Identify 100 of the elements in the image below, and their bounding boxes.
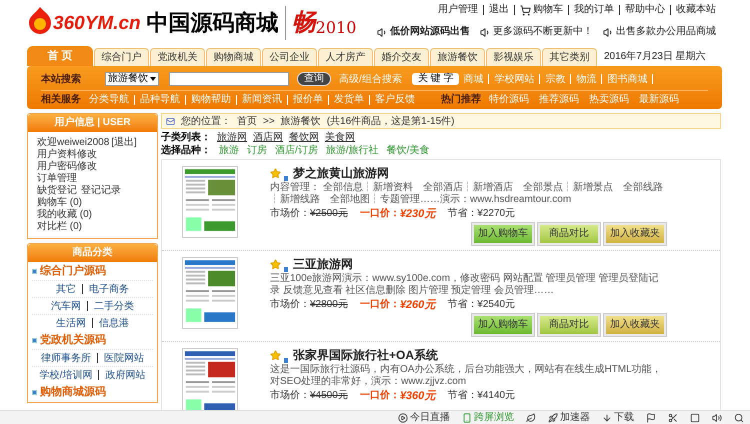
volume-icon[interactable]: [712, 412, 722, 422]
market-price: ¥4500元: [310, 390, 348, 402]
user-link[interactable]: 用户密码修改: [37, 161, 97, 173]
product-action-button[interactable]: 加入收藏夹: [604, 314, 666, 336]
subcategory-link[interactable]: 美食网: [325, 130, 355, 145]
website-thumbnail-drawing: [182, 166, 238, 238]
product-action-button[interactable]: 加入购物车: [472, 314, 534, 336]
star-icon: [270, 350, 281, 361]
top-link[interactable]: 用户管理: [438, 4, 478, 16]
category-link[interactable]: 汽车网: [51, 298, 81, 314]
services-label: 相关服务: [41, 92, 81, 107]
hot-label: 热门推荐: [441, 92, 481, 107]
top-link[interactable]: 退出: [489, 4, 509, 16]
search-field[interactable]: [169, 72, 289, 86]
category-heading[interactable]: 购物商城源码: [40, 385, 106, 399]
nav-tab[interactable]: 公司企业: [262, 48, 317, 66]
flame-logo-icon: [27, 6, 53, 34]
notice-link[interactable]: 低价网站源码出售: [390, 26, 470, 38]
nav-tab[interactable]: 影视娱乐: [486, 48, 541, 66]
top-link[interactable]: 收藏本站: [676, 4, 716, 16]
top-link[interactable]: 帮助中心: [625, 4, 665, 16]
saving-label: 节省：: [447, 299, 478, 311]
status-item-icon: [462, 412, 472, 422]
saving-amount: ¥2540元: [477, 299, 516, 311]
category-link[interactable]: 医院网站: [104, 350, 144, 366]
user-link[interactable]: 缺货登记: [37, 185, 77, 197]
subcategory-link[interactable]: 餐饮网: [289, 130, 319, 145]
category-link[interactable]: 其它: [56, 282, 76, 296]
category-link[interactable]: 生活网: [56, 316, 86, 330]
category-link[interactable]: 电子商务: [89, 282, 129, 296]
flag-icon[interactable]: [646, 412, 656, 422]
variety-link[interactable]: 酒店/订房: [275, 143, 318, 158]
product-action-button[interactable]: 加入收藏夹: [604, 223, 666, 245]
status-item-icon: [602, 412, 612, 422]
variety-link[interactable]: 订房: [247, 143, 267, 158]
product-title[interactable]: 张家界国际旅行社+OA系统: [293, 348, 438, 363]
nav-tab[interactable]: 婚介交友: [374, 48, 429, 66]
user-link[interactable]: 订单管理: [37, 173, 77, 185]
saving-label: 节省：: [447, 208, 478, 220]
subcategory-link[interactable]: 酒店网: [253, 130, 283, 145]
status-item-icon: [398, 412, 408, 422]
user-link[interactable]: 用户资料修改: [37, 149, 97, 161]
banner-year: 2010: [316, 18, 356, 38]
website-thumbnail-drawing: [182, 257, 238, 329]
product-description: 这是一国际旅行社源码，内有OA办公系统，后台功能强大，网站有在线生成HTML功能，对SEO处理的非常好，演示：www.zjjvz.com: [270, 364, 663, 388]
category-link[interactable]: 律师事务所: [41, 350, 91, 366]
star-icon: [270, 168, 281, 179]
window-icon[interactable]: [690, 412, 700, 422]
star-icon: [270, 259, 281, 270]
variety-link[interactable]: 旅游: [219, 143, 239, 158]
status-bar-button[interactable]: 今日直播: [398, 412, 450, 424]
category-select[interactable]: 旅游餐饮: [105, 72, 159, 86]
category-heading[interactable]: 党政机关源码: [40, 333, 106, 347]
product-action-button[interactable]: 加入购物车: [472, 223, 534, 245]
price-label: 一口价：: [360, 299, 400, 311]
nav-tab[interactable]: 综合门户: [94, 48, 149, 66]
query-button[interactable]: 查询: [297, 72, 331, 86]
subcategory-link[interactable]: 旅游网: [217, 130, 247, 145]
category-link[interactable]: 政府网站: [105, 368, 146, 382]
market-price-label: 市场价：: [270, 208, 310, 220]
category-heading[interactable]: 综合门户源码: [40, 264, 106, 278]
product-title[interactable]: 三亚旅游网: [293, 257, 353, 272]
notice-link[interactable]: 更多源码不断更新中！: [493, 26, 593, 38]
user-link[interactable]: 对比栏 (0): [37, 221, 82, 233]
panel-header: 商品分类: [28, 244, 157, 262]
top-link[interactable]: 购物车: [533, 4, 563, 16]
variety-link[interactable]: 餐饮/美食: [386, 143, 430, 158]
product-title[interactable]: 梦之旅黄山旅游网: [293, 166, 389, 181]
notice-link[interactable]: 出售多款办公用品商城: [616, 26, 716, 38]
breadcrumb-link[interactable]: 首页: [237, 114, 257, 128]
banner-calligraphy: 畅: [292, 8, 316, 38]
nav-tab[interactable]: 党政机关: [150, 48, 205, 66]
price-label: 一口价：: [360, 390, 400, 402]
status-bar-button[interactable]: 加速器: [548, 412, 590, 424]
user-link[interactable]: 我的收藏 (0): [37, 209, 92, 221]
speaker-icon: [377, 26, 388, 38]
nav-tab[interactable]: 购物商城: [206, 48, 261, 66]
scissors-icon[interactable]: [668, 412, 678, 422]
nav-tab[interactable]: 其它类别: [542, 48, 597, 66]
category-link[interactable]: 二手分类: [94, 298, 134, 314]
leaf-icon[interactable]: [526, 412, 536, 422]
status-bar-button[interactable]: 下载: [602, 412, 634, 424]
saving-label: 节省：: [447, 390, 478, 402]
variety-link[interactable]: 旅游/旅行社: [326, 143, 379, 158]
product-description: 内容管理： 全部信息┆新增资料 全部酒店┆新增酒店 全部景点┆新增景点 全部线路┆新增线路 全部地图┆专题管理……演示：www.hsdreamtour.com: [270, 182, 664, 206]
product-action-button[interactable]: 商品对比: [538, 314, 600, 336]
search-icon[interactable]: [734, 412, 744, 422]
user-link[interactable]: 登记记录: [81, 185, 121, 197]
category-link[interactable]: 信息港: [99, 316, 129, 330]
saving-amount: ¥2270元: [477, 208, 516, 220]
nav-tab[interactable]: 人才房产: [318, 48, 373, 66]
logout-link[interactable]: [退出]: [111, 137, 137, 149]
date-text: 2016年7月23日 星期六: [604, 50, 706, 64]
category-link[interactable]: 学校/培训网: [40, 368, 92, 382]
user-link[interactable]: 购物车 (0): [37, 197, 82, 209]
breadcrumb-current: 旅游餐饮: [280, 114, 321, 128]
product-action-button[interactable]: 商品对比: [538, 223, 600, 245]
nav-tab[interactable]: 旅游餐饮: [430, 48, 485, 66]
top-link[interactable]: 我的订单: [574, 4, 614, 16]
market-price: ¥2500元: [310, 208, 348, 220]
